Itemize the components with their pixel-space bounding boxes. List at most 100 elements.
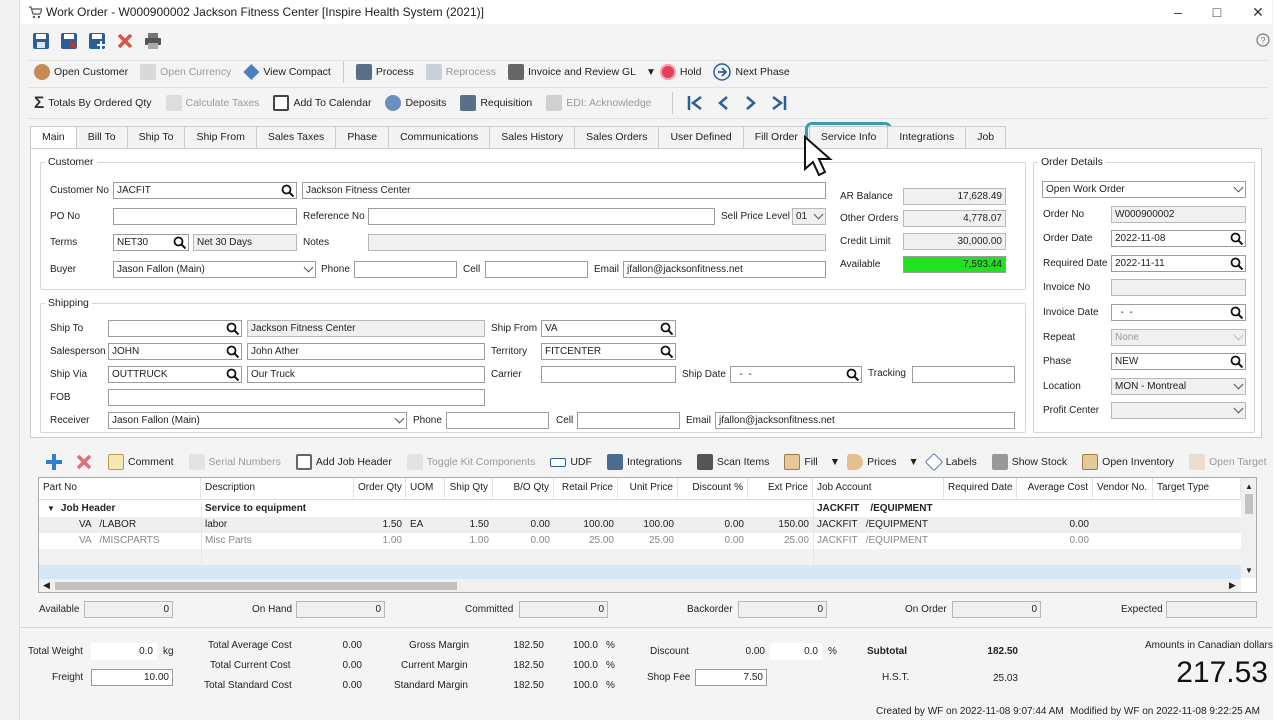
tab-integrations[interactable]: Integrations — [887, 126, 967, 148]
location-select[interactable]: MON - Montreal — [1111, 378, 1246, 395]
udf-button[interactable]: UDF — [550, 451, 592, 473]
first-record-icon[interactable] — [687, 95, 703, 111]
col-required-date[interactable]: Required Date — [944, 478, 1017, 500]
save-icon[interactable] — [32, 32, 50, 50]
delete-line-icon[interactable] — [75, 453, 93, 471]
toggle-kit-components-button[interactable]: Toggle Kit Components — [406, 451, 535, 473]
integrations-button[interactable]: Integrations — [606, 451, 682, 473]
save-new-icon[interactable] — [88, 32, 106, 50]
help-icon[interactable]: ? — [1256, 33, 1270, 47]
search-icon[interactable] — [281, 184, 294, 197]
dropdown-arrow-icon[interactable]: ▼ — [830, 456, 840, 468]
search-icon[interactable] — [660, 322, 673, 335]
col-vendor-no[interactable]: Vendor No. — [1093, 478, 1153, 500]
close-window-button[interactable]: ✕ — [1243, 2, 1273, 22]
prices-button[interactable]: Prices ▼ — [847, 451, 919, 473]
required-date-input[interactable]: 2022-11-11 — [1111, 255, 1246, 272]
fill-button[interactable]: Fill ▼ — [784, 451, 840, 473]
col-average-cost[interactable]: Average Cost — [1017, 478, 1093, 500]
tracking-input[interactable] — [912, 366, 1015, 383]
view-compact-button[interactable]: View Compact — [243, 61, 331, 83]
dropdown-arrow-icon[interactable]: ▼ — [646, 67, 656, 78]
buyer-select[interactable]: Jason Fallon (Main) — [113, 261, 316, 278]
add-job-header-button[interactable]: Add Job Header — [295, 451, 392, 473]
tab-sales-taxes[interactable]: Sales Taxes — [255, 126, 337, 148]
edi-acknowledge-button[interactable]: EDI: Acknowledge — [546, 92, 652, 114]
col-job-account[interactable]: Job Account — [813, 478, 944, 500]
salesperson-input[interactable]: JOHN — [108, 343, 242, 360]
col-description[interactable]: Description — [201, 478, 354, 500]
col-order-qty[interactable]: Order Qty — [354, 478, 406, 500]
tab-job[interactable]: Job — [965, 126, 1007, 148]
hold-button[interactable]: Hold — [659, 61, 701, 83]
scroll-right-icon[interactable]: ▶ — [1229, 580, 1236, 591]
scroll-down-icon[interactable]: ▼ — [1245, 566, 1253, 575]
receiver-cell-input[interactable] — [577, 412, 680, 429]
col-unit-price[interactable]: Unit Price — [618, 478, 678, 500]
open-inventory-button[interactable]: Open Inventory — [1082, 451, 1174, 473]
col-bo-qty[interactable]: B/O Qty — [493, 478, 554, 500]
tab-bill-to[interactable]: Bill To — [75, 126, 128, 148]
reference-no-input[interactable] — [368, 208, 715, 225]
add-line-icon[interactable] — [44, 452, 64, 472]
tab-ship-from[interactable]: Ship From — [184, 126, 257, 148]
ship-to-input[interactable] — [108, 320, 242, 337]
search-icon[interactable] — [226, 345, 239, 358]
search-icon[interactable] — [1230, 355, 1243, 368]
vertical-scroll-thumb[interactable] — [1245, 494, 1253, 514]
customer-no-input[interactable]: JACFIT — [113, 182, 297, 199]
invoice-review-gl-button[interactable]: Invoice and Review GL ▼ — [507, 61, 656, 83]
labels-button[interactable]: Labels — [924, 451, 977, 473]
search-icon[interactable] — [173, 236, 186, 249]
customer-name-input[interactable]: Jackson Fitness Center — [302, 182, 826, 199]
search-icon[interactable] — [226, 368, 239, 381]
open-currency-button[interactable]: Open Currency — [140, 61, 231, 83]
minimize-button[interactable]: – — [1163, 2, 1193, 22]
scan-items-button[interactable]: Scan Items — [696, 451, 769, 473]
territory-input[interactable]: FITCENTER — [541, 343, 676, 360]
vertical-scrollbar[interactable]: ▲ ▼ — [1241, 478, 1256, 578]
scroll-left-icon[interactable]: ◀ — [43, 580, 50, 591]
tab-ship-to[interactable]: Ship To — [126, 126, 186, 148]
scroll-up-icon[interactable]: ▲ — [1245, 482, 1253, 491]
search-icon[interactable] — [1230, 232, 1243, 245]
search-icon[interactable] — [1230, 306, 1243, 319]
ship-date-input[interactable]: - - — [730, 366, 862, 383]
po-no-input[interactable] — [113, 208, 297, 225]
tab-user-defined[interactable]: User Defined — [658, 126, 744, 148]
horizontal-scrollbar[interactable]: ◀ ▶ — [39, 579, 1241, 592]
serial-numbers-button[interactable]: Serial Numbers — [188, 451, 281, 473]
previous-record-icon[interactable] — [715, 95, 731, 111]
salesperson-name[interactable]: John Ather — [247, 343, 485, 360]
col-retail-price[interactable]: Retail Price — [554, 478, 618, 500]
col-uom[interactable]: UOM — [406, 478, 445, 500]
carrier-input[interactable] — [541, 366, 676, 383]
notes-input[interactable] — [368, 234, 826, 251]
calculate-taxes-button[interactable]: Calculate Taxes — [165, 92, 259, 114]
next-phase-button[interactable]: Next Phase — [713, 61, 790, 83]
tab-sales-orders[interactable]: Sales Orders — [574, 126, 660, 148]
profit-center-select[interactable] — [1111, 402, 1246, 419]
deposits-button[interactable]: Deposits — [385, 92, 446, 114]
search-icon[interactable] — [846, 368, 859, 381]
open-target-button[interactable]: Open Target — [1188, 451, 1267, 473]
table-row-new[interactable] — [39, 565, 1241, 579]
col-target-type[interactable]: Target Type — [1153, 478, 1241, 500]
phone-input[interactable] — [354, 261, 457, 278]
ship-via-name[interactable]: Our Truck — [247, 366, 485, 383]
expand-arrow-icon[interactable]: ▼ — [47, 504, 55, 513]
next-record-icon[interactable] — [743, 95, 759, 111]
col-part-no[interactable]: Part No — [39, 478, 201, 500]
ship-via-input[interactable]: OUTTRUCK — [108, 366, 242, 383]
process-button[interactable]: Process — [355, 61, 414, 83]
fob-input[interactable] — [108, 389, 485, 406]
tab-communications[interactable]: Communications — [388, 126, 491, 148]
dropdown-arrow-icon[interactable]: ▼ — [908, 456, 918, 468]
freight-input[interactable]: 10.00 — [91, 669, 173, 686]
tab-sales-history[interactable]: Sales History — [489, 126, 576, 148]
totals-by-ordered-qty-button[interactable]: Σ Totals By Ordered Qty — [34, 92, 152, 114]
email-input[interactable]: jfallon@jacksonfitness.net — [623, 261, 826, 278]
comment-button[interactable]: Comment — [108, 451, 174, 473]
receiver-email-input[interactable]: jfallon@jacksonfitness.net — [715, 412, 1015, 429]
tab-phase[interactable]: Phase — [335, 126, 390, 148]
